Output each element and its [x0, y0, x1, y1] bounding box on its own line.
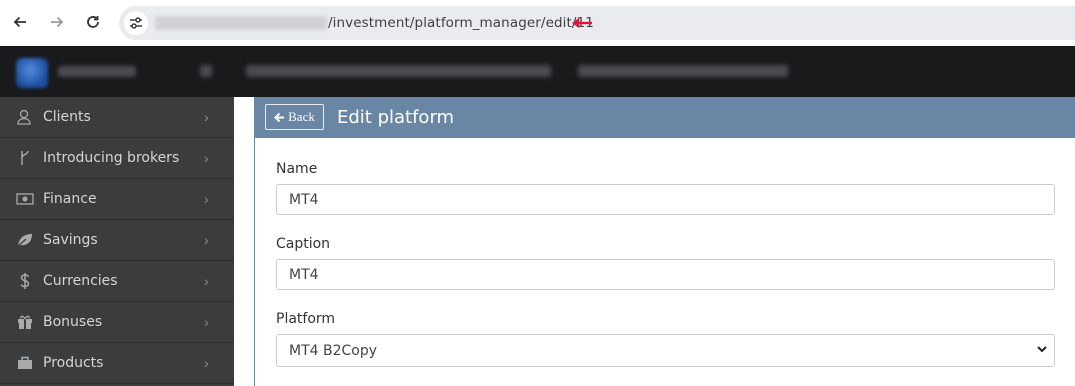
sidebar-item-products[interactable]: Products ›: [0, 343, 234, 384]
name-field[interactable]: MT4: [276, 184, 1055, 215]
header-info-redacted: [578, 65, 788, 77]
platform-selected-value: MT4 B2Copy: [289, 342, 378, 359]
address-bar[interactable]: /investment/platform_manager/edit/11: [119, 6, 1075, 40]
main-gutter: [234, 97, 254, 386]
sidebar-item-clients[interactable]: Clients ›: [0, 97, 234, 138]
briefcase-icon: [16, 354, 34, 372]
sidebar-item-bonuses[interactable]: Bonuses ›: [0, 302, 234, 343]
platform-select[interactable]: MT4 B2Copy: [276, 334, 1055, 367]
caption-label: Caption: [276, 236, 331, 252]
chevron-right-icon: ›: [204, 150, 209, 166]
chevron-right-icon: ›: [204, 355, 209, 371]
sidebar-item-currencies[interactable]: Currencies ›: [0, 261, 234, 302]
caption-value: MT4: [289, 266, 319, 283]
chevron-right-icon: ›: [204, 314, 209, 330]
leaf-icon: [16, 231, 34, 249]
url-host-redacted: [155, 16, 327, 30]
main-content: Back Edit platform Name MT4 Caption MT4 …: [234, 97, 1075, 386]
chevron-right-icon: ›: [204, 109, 209, 125]
sidebar-item-label: Currencies: [43, 273, 118, 289]
name-label: Name: [276, 161, 318, 177]
back-button-label: Back: [288, 109, 315, 124]
arrow-left-icon: [274, 112, 285, 122]
sidebar-item-savings[interactable]: Savings ›: [0, 220, 234, 261]
app-header: [0, 46, 1075, 97]
name-value: MT4: [289, 191, 319, 208]
brand-name-redacted: [58, 66, 136, 77]
chevron-down-icon: [1036, 343, 1048, 358]
annotation-arrow-icon: [572, 18, 592, 28]
tune-icon[interactable]: [124, 11, 148, 35]
brand-logo: [16, 58, 48, 88]
sidebar-item-label: Introducing brokers: [43, 150, 180, 166]
chevron-right-icon: ›: [204, 232, 209, 248]
sidebar-item-label: Savings: [43, 232, 98, 248]
reload-icon[interactable]: [82, 11, 104, 33]
sidebar-item-label: Bonuses: [43, 314, 103, 330]
panel-header: Back Edit platform: [255, 97, 1075, 138]
header-separator: [200, 65, 212, 77]
browser-toolbar: /investment/platform_manager/edit/11: [0, 0, 1075, 46]
sidebar-item-finance[interactable]: Finance ›: [0, 179, 234, 220]
chevron-right-icon: ›: [204, 191, 209, 207]
sidebar: Clients › Introducing brokers › Finance …: [0, 97, 234, 386]
dollar-icon: [16, 272, 34, 290]
gift-icon: [16, 313, 34, 331]
branch-icon: [16, 149, 34, 167]
arrow-left-icon[interactable]: [9, 11, 31, 33]
arrow-right-icon[interactable]: [46, 11, 68, 33]
sidebar-item-introducing-brokers[interactable]: Introducing brokers ›: [0, 138, 234, 179]
platform-label: Platform: [276, 311, 336, 327]
page-title: Edit platform: [337, 107, 455, 128]
chevron-right-icon: ›: [204, 273, 209, 289]
url-path: /investment/platform_manager/edit/11: [328, 15, 594, 31]
sidebar-item-label: Clients: [43, 109, 91, 125]
sidebar-item-label: Finance: [43, 191, 97, 207]
clients-icon: [16, 108, 34, 126]
sidebar-item-label: Products: [43, 355, 104, 371]
caption-field[interactable]: MT4: [276, 259, 1055, 290]
header-info-redacted: [246, 65, 551, 77]
back-button[interactable]: Back: [265, 104, 324, 130]
edit-platform-panel: Back Edit platform Name MT4 Caption MT4 …: [254, 97, 1075, 386]
money-icon: [16, 190, 34, 208]
